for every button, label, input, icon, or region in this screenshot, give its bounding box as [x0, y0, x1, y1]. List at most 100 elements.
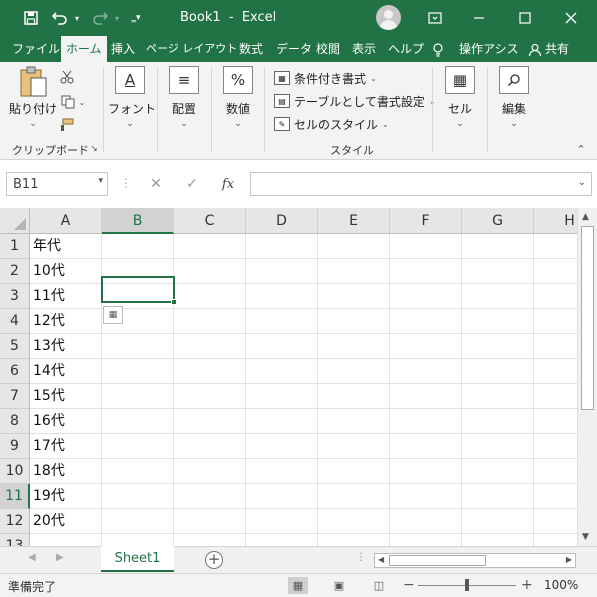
- zoom-in-icon[interactable]: +: [521, 577, 533, 593]
- cells-button[interactable]: ▦ セル ⌄: [438, 66, 482, 129]
- cell-d7[interactable]: [246, 384, 318, 409]
- cell-d4[interactable]: [246, 309, 318, 334]
- row-header-12[interactable]: 12: [0, 509, 30, 534]
- minimize-icon[interactable]: [466, 0, 492, 36]
- cell-g3[interactable]: [462, 284, 534, 309]
- cell-h1[interactable]: [534, 234, 577, 259]
- cell-a6[interactable]: 14代: [30, 359, 102, 384]
- cell-a2[interactable]: 10代: [30, 259, 102, 284]
- cell-e2[interactable]: [318, 259, 390, 284]
- scroll-up-icon[interactable]: ▲: [582, 212, 589, 222]
- tab-data[interactable]: データ: [276, 36, 312, 62]
- cell-f3[interactable]: [390, 284, 462, 309]
- row-header-4[interactable]: 4: [0, 309, 30, 334]
- cell-f4[interactable]: [390, 309, 462, 334]
- cell-g4[interactable]: [462, 309, 534, 334]
- format-as-table-button[interactable]: ▤ テーブルとして書式設定 ⌄: [274, 91, 436, 111]
- cell-a10[interactable]: 18代: [30, 459, 102, 484]
- cell-b10[interactable]: [102, 459, 174, 484]
- paste-button[interactable]: 貼り付け ⌄: [8, 66, 58, 129]
- cell-a9[interactable]: 17代: [30, 434, 102, 459]
- scroll-left-icon[interactable]: ◀: [378, 555, 384, 564]
- scroll-down-icon[interactable]: ▼: [582, 532, 589, 542]
- cell-d11[interactable]: [246, 484, 318, 509]
- cell-e3[interactable]: [318, 284, 390, 309]
- cell-a12[interactable]: 20代: [30, 509, 102, 534]
- cell-f8[interactable]: [390, 409, 462, 434]
- cell-b6[interactable]: [102, 359, 174, 384]
- lightbulb-icon[interactable]: [432, 36, 444, 62]
- cell-h13[interactable]: [534, 534, 577, 546]
- cell-a8[interactable]: 16代: [30, 409, 102, 434]
- cell-f10[interactable]: [390, 459, 462, 484]
- font-button[interactable]: A フォント ⌄: [108, 66, 156, 129]
- prev-sheet-icon[interactable]: ◀: [28, 552, 36, 563]
- cell-c5[interactable]: [174, 334, 246, 359]
- cell-g11[interactable]: [462, 484, 534, 509]
- tab-review[interactable]: 校閲: [316, 36, 340, 62]
- page-layout-view-icon[interactable]: ▣: [329, 577, 349, 594]
- cell-a3[interactable]: 11代: [30, 284, 102, 309]
- add-sheet-icon[interactable]: +: [205, 551, 223, 569]
- cell-d1[interactable]: [246, 234, 318, 259]
- ribbon-display-icon[interactable]: [424, 0, 446, 36]
- cell-c12[interactable]: [174, 509, 246, 534]
- cell-d12[interactable]: [246, 509, 318, 534]
- row-header-6[interactable]: 6: [0, 359, 30, 384]
- cell-e1[interactable]: [318, 234, 390, 259]
- tab-page-layout[interactable]: ページ レイアウト: [146, 36, 237, 62]
- cell-c9[interactable]: [174, 434, 246, 459]
- cell-d13[interactable]: [246, 534, 318, 546]
- active-cell-b11[interactable]: [101, 276, 175, 303]
- formula-input[interactable]: ⌄: [250, 172, 592, 196]
- row-header-11[interactable]: 11: [0, 484, 30, 509]
- cell-h5[interactable]: [534, 334, 577, 359]
- sheet-tab-sheet1[interactable]: Sheet1: [101, 546, 174, 572]
- cell-e10[interactable]: [318, 459, 390, 484]
- alignment-button[interactable]: ≡ 配置 ⌄: [162, 66, 206, 129]
- tab-formulas[interactable]: 数式: [239, 36, 263, 62]
- cell-h9[interactable]: [534, 434, 577, 459]
- save-icon[interactable]: [20, 0, 42, 36]
- cell-a11[interactable]: 19代: [30, 484, 102, 509]
- cell-h11[interactable]: [534, 484, 577, 509]
- undo-dropdown-icon[interactable]: ▾: [72, 0, 82, 36]
- cell-c6[interactable]: [174, 359, 246, 384]
- share-button[interactable]: 共有: [545, 36, 569, 62]
- cell-b11[interactable]: [102, 484, 174, 509]
- cell-h7[interactable]: [534, 384, 577, 409]
- editing-button[interactable]: 編集 ⌄: [492, 66, 536, 129]
- tab-view[interactable]: 表示: [352, 36, 376, 62]
- cell-f12[interactable]: [390, 509, 462, 534]
- dialog-launcher-icon[interactable]: ↘: [88, 142, 100, 156]
- scroll-right-icon[interactable]: ▶: [566, 555, 572, 564]
- insert-function-icon[interactable]: fx: [210, 177, 246, 192]
- cell-g10[interactable]: [462, 459, 534, 484]
- cell-b12[interactable]: [102, 509, 174, 534]
- cell-b8[interactable]: [102, 409, 174, 434]
- column-header-a[interactable]: A: [30, 208, 102, 234]
- cell-h6[interactable]: [534, 359, 577, 384]
- cell-d2[interactable]: [246, 259, 318, 284]
- cancel-icon[interactable]: ✕: [138, 176, 174, 192]
- cell-a5[interactable]: 13代: [30, 334, 102, 359]
- cell-f11[interactable]: [390, 484, 462, 509]
- cell-h10[interactable]: [534, 459, 577, 484]
- cell-g8[interactable]: [462, 409, 534, 434]
- page-break-view-icon[interactable]: ◫: [369, 577, 389, 594]
- cell-g9[interactable]: [462, 434, 534, 459]
- redo-dropdown-icon[interactable]: ▾: [112, 0, 122, 36]
- cell-h4[interactable]: [534, 309, 577, 334]
- cell-f7[interactable]: [390, 384, 462, 409]
- format-painter-icon[interactable]: [58, 116, 76, 134]
- maximize-icon[interactable]: [512, 0, 538, 36]
- number-format-button[interactable]: % 数値 ⌄: [216, 66, 260, 129]
- cell-f2[interactable]: [390, 259, 462, 284]
- tab-help[interactable]: ヘルプ: [388, 36, 424, 62]
- cell-e12[interactable]: [318, 509, 390, 534]
- enter-icon[interactable]: ✓: [174, 176, 210, 192]
- column-header-d[interactable]: D: [246, 208, 318, 234]
- cell-d3[interactable]: [246, 284, 318, 309]
- cell-c13[interactable]: [174, 534, 246, 546]
- cell-g7[interactable]: [462, 384, 534, 409]
